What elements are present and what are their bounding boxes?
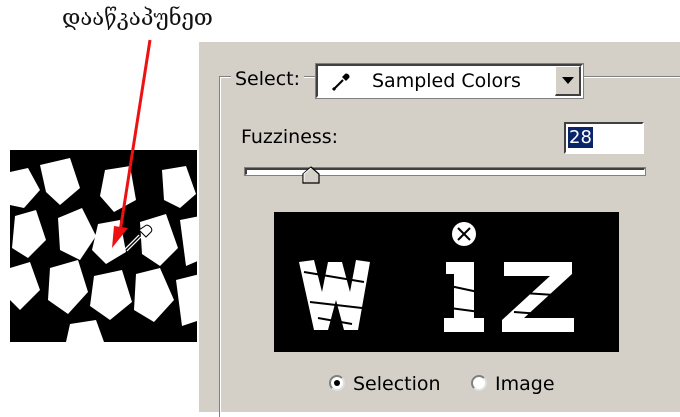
annotation-arrow — [112, 39, 153, 252]
eyedropper-cursor-icon — [124, 224, 153, 252]
